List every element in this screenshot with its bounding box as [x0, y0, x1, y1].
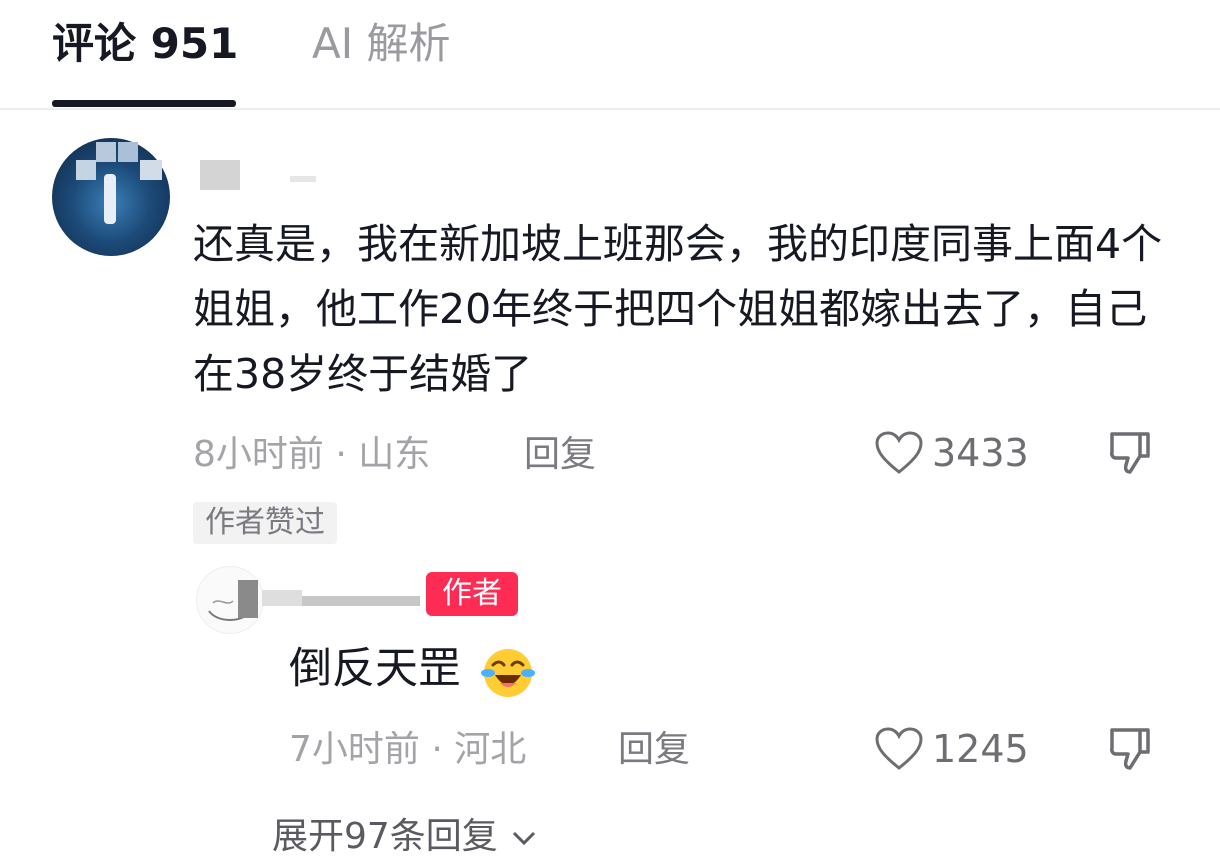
reply-meta: 7小时前 · 河北 — [289, 728, 526, 772]
heart-icon — [875, 431, 923, 474]
comment-meta: 8小时前 · 山东 — [193, 433, 430, 477]
reply-text: 倒反天罡 — [289, 640, 537, 701]
reply-like-button[interactable]: 1245 — [874, 726, 1029, 772]
like-button[interactable]: 3433 — [874, 430, 1029, 476]
avatar-blur — [118, 142, 138, 162]
avatar-blur — [76, 160, 96, 180]
reply-username-blurred[interactable] — [238, 580, 258, 618]
meta-separator: · — [431, 729, 455, 770]
author-liked-badge: 作者赞过 — [193, 502, 337, 544]
expand-replies-label: 展开97条回复 — [272, 816, 498, 857]
tab-comments[interactable]: 评论 951 — [52, 18, 238, 70]
laughing-crying-emoji-icon — [480, 648, 535, 697]
reply-text-content: 倒反天罡 — [289, 644, 461, 694]
active-tab-indicator — [52, 100, 236, 107]
comment-text: 还真是，我在新加坡上班那会，我的印度同事上面4个姐姐，他工作20年终于把四个姐姐… — [193, 220, 1163, 398]
reply-username-blurred — [302, 596, 420, 606]
comment-time: 8小时前 — [193, 434, 324, 475]
reply-button[interactable]: 回复 — [524, 433, 596, 477]
tab-ai-analysis[interactable]: AI 解析 — [312, 18, 450, 70]
expand-replies-button[interactable]: 展开97条回复 — [272, 815, 539, 859]
avatar-blur — [96, 142, 116, 162]
reply-like-count: 1245 — [932, 727, 1029, 771]
avatar-blur — [140, 160, 162, 180]
username-blurred[interactable] — [200, 160, 240, 190]
avatar-figure — [104, 174, 116, 224]
dislike-icon[interactable] — [1106, 726, 1154, 772]
reply-username-blurred — [262, 590, 302, 606]
reply-location: 河北 — [454, 729, 527, 770]
like-count: 3433 — [932, 431, 1029, 475]
comment-location: 山东 — [358, 434, 431, 475]
reply-time: 7小时前 — [289, 729, 420, 770]
reply-reply-button[interactable]: 回复 — [618, 728, 690, 772]
heart-icon — [875, 727, 923, 770]
username-blurred — [290, 176, 316, 182]
author-badge: 作者 — [426, 572, 518, 616]
chevron-down-icon — [513, 831, 536, 846]
comment-tabs: 评论 951 AI 解析 — [0, 0, 1220, 110]
dislike-icon[interactable] — [1106, 430, 1154, 476]
meta-separator: · — [335, 434, 359, 475]
